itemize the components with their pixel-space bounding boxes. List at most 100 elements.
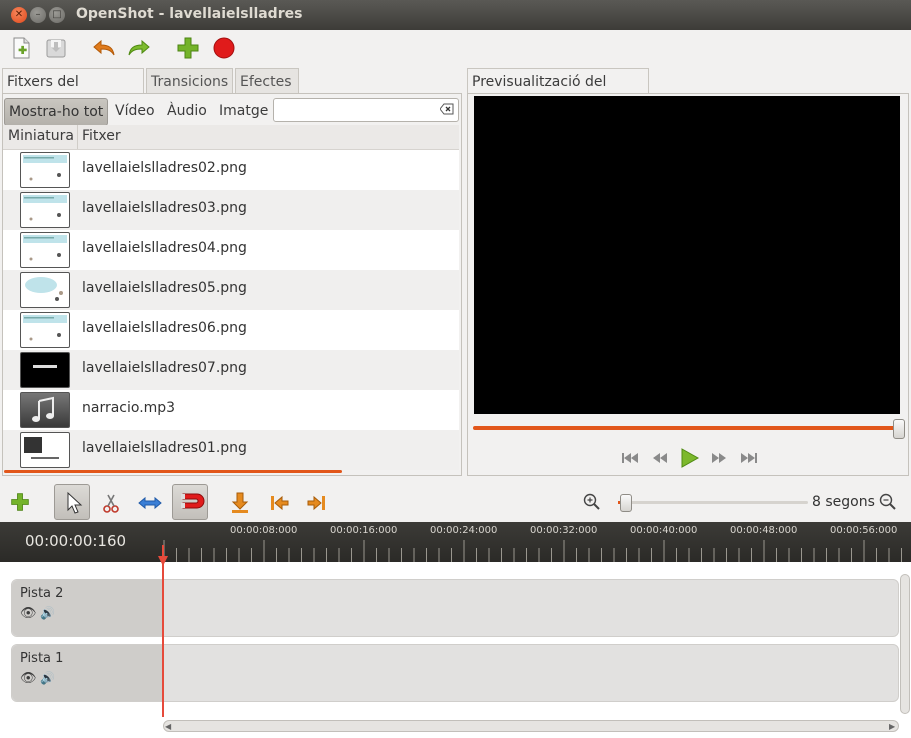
- maximize-window-button[interactable]: □: [49, 7, 65, 23]
- record-icon: [213, 37, 235, 59]
- playhead-line[interactable]: [162, 545, 164, 717]
- list-item[interactable]: lavellaielslladres07.png: [3, 350, 459, 390]
- ruler-label: 00:00:32:000: [530, 525, 598, 536]
- file-name: lavellaielslladres05.png: [82, 280, 247, 296]
- track-2[interactable]: Pista 2 👁 🔊: [11, 579, 899, 637]
- playhead-marker[interactable]: [158, 556, 168, 566]
- pointer-icon: [67, 491, 83, 514]
- zoom-slider-handle[interactable]: [620, 494, 632, 512]
- column-thumbnail[interactable]: Miniatura: [8, 128, 74, 144]
- record-button[interactable]: [211, 35, 237, 61]
- file-thumbnail: [20, 432, 70, 468]
- list-item[interactable]: lavellaielslladres06.png: [3, 310, 459, 350]
- tab-project-files[interactable]: Fitxers del projecte: [2, 68, 144, 116]
- zoom-in-button[interactable]: [582, 492, 602, 512]
- eye-icon[interactable]: 👁: [20, 606, 37, 621]
- list-item[interactable]: lavellaielslladres01.png: [3, 430, 459, 470]
- eye-icon[interactable]: 👁: [20, 671, 37, 686]
- new-project-button[interactable]: [8, 35, 34, 61]
- arrows-horizontal-icon: [138, 496, 162, 510]
- import-files-icon: [177, 37, 199, 59]
- zoom-slider[interactable]: [618, 501, 808, 504]
- filter-show-all[interactable]: Mostra-ho tot: [4, 98, 109, 126]
- next-marker-icon: [307, 495, 325, 511]
- add-marker-button[interactable]: [229, 491, 251, 515]
- previous-marker-button[interactable]: [268, 492, 290, 514]
- next-marker-button[interactable]: [306, 492, 328, 514]
- filter-audio[interactable]: Àudio: [167, 98, 207, 124]
- minimize-window-button[interactable]: –: [30, 7, 46, 23]
- scroll-right-icon[interactable]: ▶: [889, 722, 895, 731]
- magnet-icon: [181, 493, 205, 509]
- tab-effects[interactable]: Efectes: [235, 68, 299, 94]
- list-item[interactable]: narracio.mp3: [3, 390, 459, 430]
- jump-end-button[interactable]: [739, 448, 759, 468]
- rewind-button[interactable]: [650, 448, 670, 468]
- column-file[interactable]: Fitxer: [82, 128, 121, 144]
- file-name: lavellaielslladres07.png: [82, 360, 247, 376]
- title-bar: ✕ – □ OpenShot - lavellaielslladres: [0, 0, 911, 30]
- play-button[interactable]: [678, 447, 700, 469]
- list-item[interactable]: lavellaielslladres03.png: [3, 190, 459, 230]
- list-item[interactable]: lavellaielslladres05.png: [3, 270, 459, 310]
- skip-to-start-icon: [622, 453, 638, 463]
- file-thumbnail: [20, 272, 70, 308]
- speaker-icon[interactable]: 🔊: [40, 671, 55, 685]
- left-tabs: Fitxers del projecte Transicions Efectes: [2, 68, 462, 116]
- speaker-icon[interactable]: 🔊: [40, 606, 55, 620]
- file-thumbnail: [20, 352, 70, 388]
- track-1[interactable]: Pista 1 👁 🔊: [11, 644, 899, 702]
- zoom-label: 8 segons: [812, 494, 875, 510]
- marker-icon: [231, 492, 249, 513]
- redo-button[interactable]: [126, 35, 152, 61]
- jump-start-button[interactable]: [620, 448, 640, 468]
- ruler-label: 00:00:16:000: [330, 525, 398, 536]
- timeline-vertical-scrollbar[interactable]: [900, 574, 910, 714]
- timeline-horizontal-scrollbar[interactable]: [163, 720, 899, 732]
- file-name: lavellaielslladres02.png: [82, 160, 247, 176]
- file-thumbnail: [20, 392, 70, 428]
- file-thumbnail: [20, 312, 70, 348]
- file-name: lavellaielslladres06.png: [82, 320, 247, 336]
- file-name: lavellaielslladres04.png: [82, 240, 247, 256]
- scissors-icon: [103, 494, 119, 513]
- track-header: Pista 2 👁 🔊: [12, 580, 163, 636]
- filter-video[interactable]: Vídeo: [115, 98, 155, 124]
- resize-tool-button[interactable]: [137, 492, 163, 514]
- preview-seek-handle[interactable]: [893, 419, 905, 439]
- import-files-button[interactable]: [175, 35, 201, 61]
- list-item[interactable]: lavellaielslladres04.png: [3, 230, 459, 270]
- tab-transitions[interactable]: Transicions: [146, 68, 233, 94]
- ruler-label: 00:00:48:000: [730, 525, 798, 536]
- zoom-out-icon: [879, 493, 896, 510]
- search-input[interactable]: [273, 98, 459, 122]
- file-name: narracio.mp3: [82, 400, 176, 416]
- file-thumbnail: [20, 232, 70, 268]
- razor-tool-button[interactable]: [100, 492, 122, 514]
- zoom-out-button[interactable]: [878, 492, 898, 512]
- add-track-button[interactable]: [10, 492, 32, 514]
- tab-video-preview[interactable]: Previsualització del vídeo: [467, 68, 649, 116]
- fast-forward-button[interactable]: [709, 448, 729, 468]
- snapping-toggle-button[interactable]: [172, 484, 208, 520]
- track-name: Pista 2: [20, 586, 64, 601]
- close-window-button[interactable]: ✕: [11, 7, 27, 23]
- file-thumbnail: [20, 152, 70, 188]
- undo-button[interactable]: [91, 35, 117, 61]
- select-tool-button[interactable]: [54, 484, 90, 520]
- preview-seek-slider[interactable]: [473, 426, 899, 430]
- track-header: Pista 1 👁 🔊: [12, 645, 163, 701]
- filter-image[interactable]: Imatge: [219, 98, 268, 124]
- files-table-header: Miniatura Fitxer: [3, 125, 459, 150]
- undo-icon: [93, 39, 115, 56]
- file-name: lavellaielslladres03.png: [82, 200, 247, 216]
- save-project-button[interactable]: [43, 35, 69, 61]
- list-item[interactable]: lavellaielslladres02.png: [3, 150, 459, 190]
- timeline-ruler[interactable]: 00:00:00:160 00:00:08:000 00:00:16:000 00:…: [0, 522, 911, 562]
- ruler-label: 00:00:40:000: [630, 525, 698, 536]
- clear-search-icon[interactable]: [440, 103, 454, 115]
- files-horizontal-scrollbar[interactable]: [4, 470, 342, 473]
- rewind-icon: [653, 453, 667, 463]
- scroll-left-icon[interactable]: ◀: [165, 722, 171, 731]
- track-name: Pista 1: [20, 651, 64, 666]
